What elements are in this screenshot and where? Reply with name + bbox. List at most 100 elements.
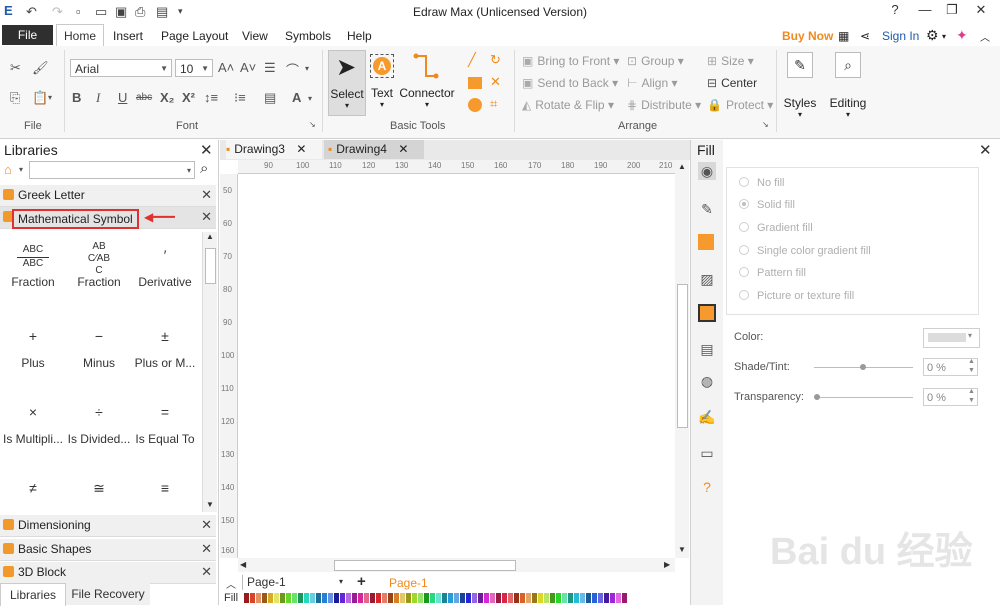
color-swatch[interactable] [436,593,441,603]
color-swatch[interactable] [478,593,483,603]
color-swatches[interactable] [244,593,634,603]
format-painter-icon[interactable]: 🖌 [32,60,49,76]
close-icon[interactable]: ✕ [398,142,408,156]
bring-to-front-button[interactable]: ▣ Bring to Front ▾ [522,54,619,68]
text-color-style-icon[interactable]: ⌒ [286,60,299,79]
menu-symbols[interactable]: Symbols [285,29,331,43]
color-swatch[interactable] [484,593,489,603]
color-swatch[interactable] [544,593,549,603]
colorful-app-icon[interactable]: ✦ [956,27,968,44]
stepper-icon[interactable]: ▲ ▼ [968,387,975,405]
tab-drawing3[interactable]: ▪ Drawing3 ✕ [226,140,322,159]
page-selector[interactable]: Page-1 ▾ [242,575,353,590]
color-picker[interactable]: ▾ [923,328,980,348]
color-swatch[interactable] [388,593,393,603]
stepper-icon[interactable]: ▲ ▼ [968,357,975,375]
option-solid-fill[interactable]: Solid fill [739,199,795,211]
bullet-list-icon[interactable]: ⁝≡ [234,90,246,106]
bold-button[interactable]: B [72,90,81,105]
buy-now-link[interactable]: Buy Now [782,29,833,43]
canvas-vertical-scrollbar[interactable]: ▲ ▼ [675,160,689,558]
home-library-icon[interactable]: ⌂ [4,162,12,177]
color-swatch[interactable] [502,593,507,603]
layers-icon[interactable] [698,304,716,322]
symbol-congruent[interactable]: ≅ [66,468,132,508]
close-icon[interactable]: ✕ [296,142,306,156]
library-scrollbar[interactable]: ▲ ▼ [202,232,217,512]
sign-in-link[interactable]: Sign In [882,29,919,43]
grow-font-icon[interactable]: A˄ [218,60,234,75]
option-no-fill[interactable]: No fill [739,177,785,189]
add-page-icon[interactable]: + [357,573,366,590]
symbol-multiply[interactable]: × Is Multipli... [0,392,66,446]
shade-tint-input[interactable]: 0 % ▲ ▼ [923,358,978,376]
color-swatch[interactable] [316,593,321,603]
symbol-fraction-slash[interactable]: AB C⁄AB C Fraction [66,235,132,289]
dropdown-icon[interactable]: ▾ [305,64,309,73]
color-swatch[interactable] [286,593,291,603]
close-icon[interactable]: ✕ [201,517,212,533]
menu-help[interactable]: Help [347,29,372,43]
color-swatch[interactable] [586,593,591,603]
ellipse-tool-icon[interactable] [468,98,482,112]
scrollbar-thumb[interactable] [677,284,688,428]
color-swatch[interactable] [244,593,249,603]
menu-page-layout[interactable]: Page Layout [161,29,228,43]
line-height-icon[interactable]: ↕≡ [204,90,218,105]
color-swatch[interactable] [520,593,525,603]
menu-file[interactable]: File [2,25,53,45]
symbol-divide[interactable]: ÷ Is Divided... [66,392,132,446]
paste-dropdown-icon[interactable]: ▾ [48,93,52,102]
color-swatch[interactable] [304,593,309,603]
color-swatch[interactable] [490,593,495,603]
color-swatch[interactable] [298,593,303,603]
italic-button[interactable]: I [96,90,100,106]
search-icon[interactable]: ⌕ [200,160,208,177]
color-swatch[interactable] [514,593,519,603]
color-swatch[interactable] [424,593,429,603]
subscript-button[interactable]: X₂ [160,90,174,105]
menu-insert[interactable]: Insert [113,29,143,43]
option-picture-texture-fill[interactable]: Picture or texture fill [739,290,854,302]
color-swatch[interactable] [466,593,471,603]
scroll-left-icon[interactable]: ◀ [240,560,246,569]
transparency-input[interactable]: 0 % ▲ ▼ [923,388,978,406]
rotate-flip-button[interactable]: ◭ Rotate & Flip ▾ [522,98,614,112]
align-button[interactable]: ⊢ Align ▾ [627,76,678,90]
color-swatch[interactable] [274,593,279,603]
protect-button[interactable]: 🔒 Protect ▾ [707,98,773,112]
transparency-slider[interactable] [814,394,913,400]
symbol-identical[interactable]: ≡ [132,468,198,508]
scroll-down-icon[interactable]: ▼ [203,500,217,509]
text-tool-button[interactable]: A Text ▾ [368,50,396,114]
collapse-page-bar-icon[interactable]: ︿ [226,576,236,591]
rectangle-tool-icon[interactable] [468,77,482,89]
color-swatch[interactable] [610,593,615,603]
center-button[interactable]: ⊟ Center [707,76,757,90]
library-category-dimensioning[interactable]: Dimensioning ✕ [0,515,216,537]
share-icon[interactable]: ⋖ [860,29,870,43]
scroll-down-icon[interactable]: ▼ [675,545,689,554]
color-swatch[interactable] [364,593,369,603]
symbol-not-equal[interactable]: ≠ [0,468,66,508]
slider-knob[interactable] [814,394,820,400]
symbol-plus-or-minus[interactable]: ± Plus or M... [132,316,198,370]
shadow-icon[interactable] [698,234,716,252]
color-swatch[interactable] [250,593,255,603]
color-swatch[interactable] [472,593,477,603]
scroll-up-icon[interactable]: ▲ [675,162,689,171]
line-tool-icon[interactable]: ╱ [468,52,476,68]
select-tool-button[interactable]: ➤ Select ▾ [328,50,366,116]
send-to-back-button[interactable]: ▣ Send to Back ▾ [522,76,618,90]
canvas-horizontal-scrollbar[interactable]: ◀ ▶ [238,558,675,572]
note-icon[interactable]: ✍ [698,408,716,426]
color-swatch[interactable] [340,593,345,603]
cross-tool-icon[interactable]: ✕ [490,74,501,90]
symbol-equal[interactable]: = Is Equal To [132,392,198,446]
dialog-launcher-icon[interactable]: ↘ [309,120,316,129]
color-swatch[interactable] [394,593,399,603]
color-swatch[interactable] [568,593,573,603]
color-swatch[interactable] [358,593,363,603]
font-size-select[interactable]: 10 ▼ [175,59,213,77]
color-swatch[interactable] [616,593,621,603]
